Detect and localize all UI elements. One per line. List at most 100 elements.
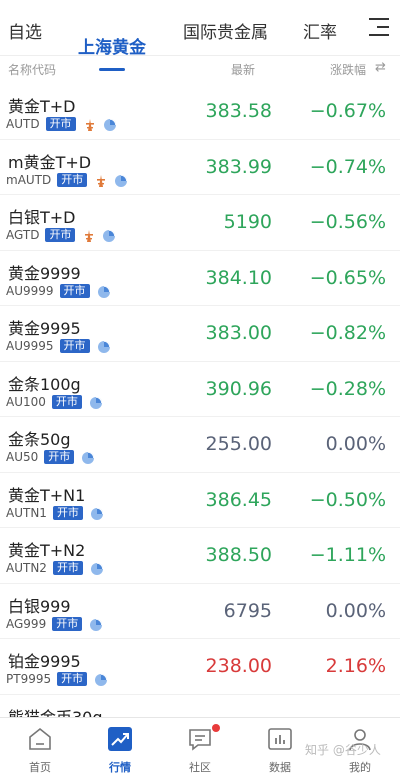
tower-icon	[83, 117, 97, 131]
market-open-badge: 开市	[44, 450, 75, 464]
instrument-name: 金条50g	[8, 430, 71, 449]
pie-chart-icon	[89, 617, 103, 631]
quote-row[interactable]: 黄金T+N2 AUTN2 开市 388.50 −1.11%	[0, 528, 400, 584]
chat-icon	[187, 726, 213, 752]
nav-label: 我的	[349, 761, 371, 774]
tab-international-metals[interactable]: 国际贵金属	[183, 18, 268, 43]
column-change[interactable]: 涨跌幅	[330, 61, 366, 78]
market-open-badge: 开市	[51, 394, 82, 409]
row-meta: mAUTD 开市	[6, 172, 128, 188]
change-percent: −0.28%	[309, 377, 386, 400]
quote-list: 黄金T+D AUTD 开市 383.58 −0.67% m黄金T+D mAUTD…	[0, 84, 400, 717]
quote-row[interactable]: 金条100g AU100 开市 390.96 −0.28%	[0, 362, 400, 417]
latest-price: 384.10	[205, 266, 272, 289]
instrument-name: 黄金T+D	[8, 97, 76, 116]
instrument-code: PT9995	[6, 672, 52, 686]
change-percent: −0.65%	[309, 266, 386, 289]
instrument-name: m黄金T+D	[8, 152, 92, 172]
pie-chart-icon	[103, 117, 117, 131]
latest-price: 388.50	[205, 544, 272, 566]
pie-chart-icon	[97, 284, 111, 298]
instrument-name: 熊猫金币30g	[8, 707, 103, 718]
instrument-name: 黄金9995	[8, 319, 81, 338]
market-open-badge: 开市	[57, 672, 88, 686]
home-icon	[27, 726, 53, 752]
menu-icon[interactable]	[369, 16, 391, 38]
latest-price: 255.00	[205, 433, 272, 455]
column-latest[interactable]: 最新	[231, 61, 255, 78]
row-meta: AU100 开市	[6, 394, 103, 410]
market-open-badge: 开市	[52, 616, 83, 631]
quote-row[interactable]: m黄金T+D mAUTD 开市 383.99 −0.74%	[0, 140, 400, 195]
column-name-code: 名称代码	[8, 63, 57, 77]
market-open-badge: 开市	[59, 283, 90, 298]
latest-price: 383.99	[205, 155, 272, 178]
column-header: 名称代码 最新 涨跌幅 ⇄	[0, 56, 400, 82]
bar-chart-icon	[267, 726, 293, 752]
row-meta: AUTN1 开市	[6, 505, 104, 521]
trend-icon	[107, 726, 133, 752]
nav-label: 行情	[109, 761, 131, 774]
instrument-code: AUTN1	[6, 505, 47, 520]
nav-item-community[interactable]: 社区	[160, 718, 240, 782]
swap-icon[interactable]: ⇄	[375, 60, 386, 75]
change-percent: −0.56%	[309, 211, 386, 233]
row-meta: PT9995 开市	[6, 671, 108, 687]
instrument-code: mAUTD	[6, 172, 52, 187]
quote-row[interactable]: 金条50g AU50 开市 255.00 0.00%	[0, 417, 400, 473]
latest-price: 383.58	[205, 100, 272, 122]
quote-row[interactable]: 白银999 AG999 开市 6795 0.00%	[0, 584, 400, 639]
pie-chart-icon	[94, 672, 108, 686]
market-open-badge: 开市	[59, 339, 90, 353]
instrument-code: AUTD	[6, 117, 40, 131]
nav-label: 社区	[189, 761, 211, 774]
nav-label: 首页	[29, 761, 51, 774]
pie-chart-icon	[97, 339, 111, 353]
quote-row[interactable]: 黄金9999 AU9999 开市 384.10 −0.65%	[0, 251, 400, 306]
market-open-badge: 开市	[45, 117, 76, 131]
instrument-name: 白银T+D	[8, 208, 76, 227]
instrument-code: AU9999	[6, 283, 54, 298]
nav-label: 数据	[269, 761, 291, 774]
quote-row[interactable]: 铂金9995 PT9995 开市 238.00 2.16%	[0, 639, 400, 695]
quote-row[interactable]: 黄金T+D AUTD 开市 383.58 −0.67%	[0, 84, 400, 140]
tower-icon	[94, 173, 108, 187]
quote-row[interactable]: 黄金9995 AU9995 开市 383.00 −0.82%	[0, 306, 400, 362]
row-meta: AU9999 开市	[6, 283, 111, 299]
quote-row[interactable]: 白银T+D AGTD 开市 5190 −0.56%	[0, 195, 400, 251]
nav-item-market[interactable]: 行情	[80, 718, 160, 782]
quote-row[interactable]: 黄金T+N1 AUTN1 开市 386.45 −0.50%	[0, 473, 400, 528]
pie-chart-icon	[90, 561, 104, 575]
instrument-code: AU50	[6, 450, 39, 464]
row-meta: AU9995 开市	[6, 338, 111, 354]
instrument-code: AU100	[6, 394, 46, 409]
pie-chart-icon	[102, 228, 116, 242]
change-percent: −0.50%	[309, 488, 386, 511]
instrument-name: 黄金T+N1	[8, 485, 86, 505]
change-percent: 2.16%	[325, 655, 386, 677]
instrument-name: 金条100g	[8, 374, 81, 394]
latest-price: 383.00	[205, 322, 272, 344]
instrument-code: AUTN2	[6, 561, 47, 575]
quote-row[interactable]: 熊猫金币30g	[0, 695, 400, 718]
change-percent: −1.11%	[309, 544, 386, 566]
row-meta: AUTD 开市	[6, 116, 117, 132]
change-percent: 0.00%	[325, 433, 386, 455]
pie-chart-icon	[81, 450, 95, 464]
instrument-name: 黄金9999	[8, 263, 81, 283]
latest-price: 390.96	[205, 377, 272, 400]
notification-dot	[212, 724, 220, 732]
change-percent: −0.74%	[309, 155, 386, 178]
tower-icon	[82, 228, 96, 242]
tab-exchange-rate[interactable]: 汇率	[303, 18, 337, 43]
instrument-name: 黄金T+N2	[8, 541, 86, 560]
row-meta: AG999 开市	[6, 616, 103, 632]
nav-item-home[interactable]: 首页	[0, 718, 80, 782]
tab-shanghai-gold[interactable]: 上海黄金	[78, 33, 146, 71]
market-open-badge: 开市	[52, 505, 83, 520]
instrument-name: 白银999	[8, 596, 71, 616]
tab-watchlist[interactable]: 自选	[8, 18, 42, 43]
row-meta: AUTN2 开市	[6, 560, 104, 576]
instrument-name: 铂金9995	[8, 652, 81, 671]
latest-price: 5190	[223, 211, 272, 233]
